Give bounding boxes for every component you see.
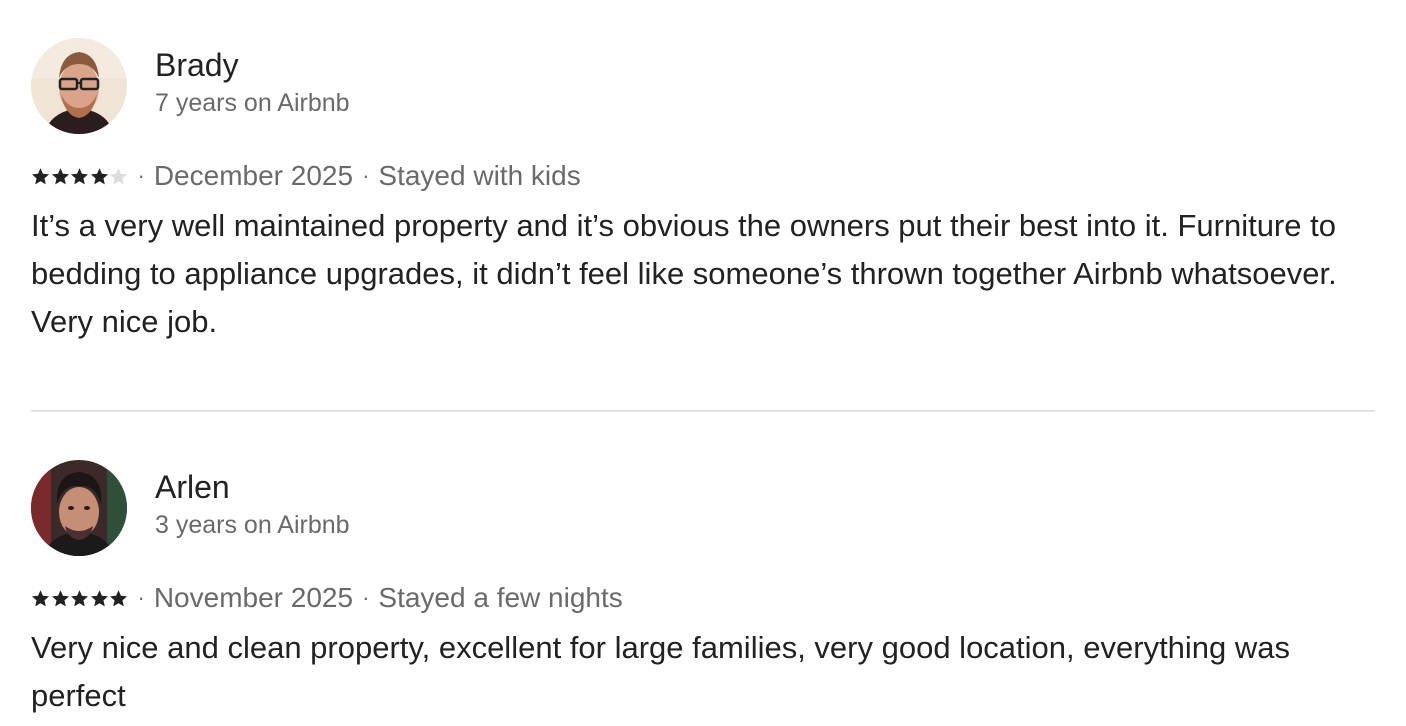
avatar[interactable] [31,460,127,556]
trip-type: Stayed with kids [378,160,581,191]
review-text: Very nice and clean property, excellent … [31,630,1291,713]
reviews-section: Brady 7 years on Airbnb · December 2025 … [0,0,1406,726]
separator-dot: · [137,163,145,188]
star-filled-icon [90,589,110,608]
star-empty-icon [109,167,129,186]
reviewer-header: Arlen 3 years on Airbnb [31,460,1375,556]
review-text: It’s a very well maintained property and… [31,208,1337,339]
reviewer-header: Brady 7 years on Airbnb [31,38,1375,134]
star-filled-icon [109,589,129,608]
star-filled-icon [90,167,110,186]
review-date: November 2025 [153,582,354,613]
review-card: Arlen 3 years on Airbnb · November 2025 … [31,460,1375,720]
reviewer-info: Brady 7 years on Airbnb [155,47,350,119]
separator-dot: · [362,585,370,610]
review-meta: · November 2025 · Stayed a few nights [31,580,1375,616]
reviewer-name[interactable]: Arlen [155,467,350,507]
review-card: Brady 7 years on Airbnb · December 2025 … [31,38,1375,346]
star-filled-icon [70,167,90,186]
star-filled-icon [51,167,71,186]
star-filled-icon [31,589,51,608]
star-filled-icon [51,589,71,608]
avatar[interactable] [31,38,127,134]
reviewer-tenure: 3 years on Airbnb [155,511,350,539]
star-rating [31,589,129,608]
reviewer-name[interactable]: Brady [155,45,350,85]
trip-type: Stayed a few nights [378,582,623,613]
separator-dot: · [362,163,370,188]
star-filled-icon [31,167,51,186]
review-date: December 2025 [153,160,354,191]
star-rating [31,167,129,186]
reviewer-info: Arlen 3 years on Airbnb [155,469,350,541]
separator-dot: · [137,585,145,610]
star-filled-icon [70,589,90,608]
review-meta: · December 2025 · Stayed with kids [31,158,1375,194]
divider [31,410,1375,412]
reviewer-tenure: 7 years on Airbnb [155,89,350,117]
